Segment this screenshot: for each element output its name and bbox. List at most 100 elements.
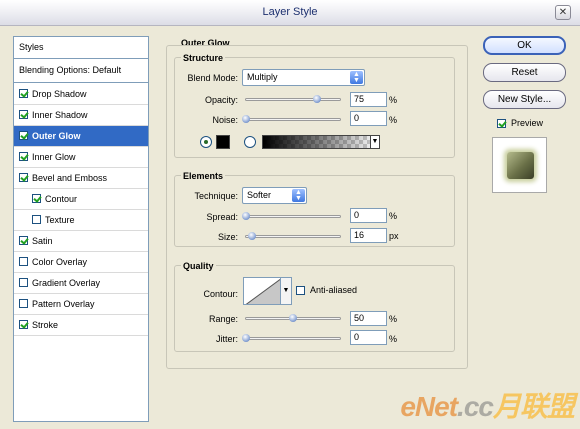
stroke-checkbox[interactable] bbox=[19, 320, 28, 329]
sidebar-item-label: Gradient Overlay bbox=[32, 278, 101, 288]
elements-title: Elements bbox=[181, 171, 226, 181]
watermark-text-a: eNet bbox=[400, 391, 458, 422]
jitter-unit: % bbox=[389, 334, 398, 344]
solid-color-radio[interactable] bbox=[200, 136, 212, 148]
styles-header: Styles bbox=[14, 37, 148, 59]
noise-label: Noise: bbox=[212, 115, 238, 125]
ok-button[interactable]: OK bbox=[483, 36, 566, 55]
close-button[interactable]: ✕ bbox=[555, 5, 571, 20]
dropdown-arrow-icon[interactable]: ▼ bbox=[370, 135, 380, 149]
opacity-slider[interactable] bbox=[245, 95, 341, 103]
sidebar-item-blending-options[interactable]: Blending Options: Default bbox=[14, 59, 148, 83]
sidebar-item-label: Inner Glow bbox=[32, 152, 76, 162]
size-unit: px bbox=[389, 231, 399, 241]
sidebar-item-gradient-overlay[interactable]: Gradient Overlay bbox=[14, 273, 148, 294]
opacity-input[interactable]: 75 bbox=[350, 92, 387, 107]
range-slider-thumb[interactable] bbox=[289, 314, 297, 322]
sidebar-item-stroke[interactable]: Stroke bbox=[14, 315, 148, 336]
sidebar-item-label: Stroke bbox=[32, 320, 59, 330]
blend-mode-value: Multiply bbox=[247, 72, 278, 82]
range-unit: % bbox=[389, 314, 398, 324]
sidebar-item-label: Outer Glow bbox=[32, 131, 81, 141]
pattern-overlay-checkbox[interactable] bbox=[19, 299, 28, 308]
new-style-button[interactable]: New Style... bbox=[483, 90, 566, 109]
quality-title: Quality bbox=[181, 261, 216, 271]
texture-checkbox[interactable] bbox=[32, 215, 41, 224]
inner-glow-checkbox[interactable] bbox=[19, 152, 28, 161]
sidebar-item-bevel-and-emboss[interactable]: Bevel and Emboss bbox=[14, 168, 148, 189]
jitter-input[interactable]: 0 bbox=[350, 330, 387, 345]
anti-aliased-label: Anti-aliased bbox=[310, 285, 358, 295]
sidebar-item-satin[interactable]: Satin bbox=[14, 231, 148, 252]
range-slider[interactable] bbox=[245, 314, 341, 322]
drop-shadow-checkbox[interactable] bbox=[19, 89, 28, 98]
satin-checkbox[interactable] bbox=[19, 236, 28, 245]
watermark-text-c: 月联盟 bbox=[492, 391, 575, 422]
sidebar-item-outer-glow[interactable]: Outer Glow bbox=[14, 126, 148, 147]
jitter-label: Jitter: bbox=[215, 334, 238, 344]
sidebar-item-inner-shadow[interactable]: Inner Shadow bbox=[14, 105, 148, 126]
gradient-overlay-checkbox[interactable] bbox=[19, 278, 28, 287]
gradient-picker[interactable]: ▼ bbox=[262, 135, 380, 149]
opacity-label: Opacity: bbox=[204, 95, 238, 105]
contour-curve-icon bbox=[245, 278, 280, 304]
spread-input[interactable]: 0 bbox=[350, 208, 387, 223]
size-label: Size: bbox=[217, 232, 238, 242]
reset-button[interactable]: Reset bbox=[483, 63, 566, 82]
title-bar: Layer Style ✕ bbox=[0, 0, 580, 26]
structure-title: Structure bbox=[181, 53, 226, 63]
blend-mode-select[interactable]: Multiply ▲ ▼ bbox=[242, 69, 365, 86]
gradient-radio[interactable] bbox=[244, 136, 256, 148]
anti-aliased-checkbox[interactable] bbox=[296, 286, 305, 295]
noise-input[interactable]: 0 bbox=[350, 111, 387, 126]
inner-shadow-checkbox[interactable] bbox=[19, 110, 28, 119]
sidebar-item-texture[interactable]: Texture bbox=[14, 210, 148, 231]
outer-glow-checkbox[interactable] bbox=[19, 131, 28, 140]
style-preview bbox=[492, 137, 547, 193]
opacity-unit: % bbox=[389, 95, 398, 105]
sidebar-item-color-overlay[interactable]: Color Overlay bbox=[14, 252, 148, 273]
blend-mode-label: Blend Mode: bbox=[187, 73, 238, 83]
technique-label: Technique: bbox=[194, 191, 238, 201]
up-down-arrows-icon: ▲ ▼ bbox=[350, 71, 363, 84]
technique-value: Softer bbox=[247, 190, 272, 200]
preview-checkbox[interactable] bbox=[497, 119, 506, 128]
contour-picker[interactable] bbox=[243, 277, 281, 305]
contour-dropdown-arrow-icon[interactable]: ▼ bbox=[281, 277, 292, 305]
opacity-slider-thumb[interactable] bbox=[312, 95, 321, 103]
sidebar-item-label: Bevel and Emboss bbox=[32, 173, 108, 183]
spread-slider-thumb[interactable] bbox=[242, 212, 250, 220]
up-down-arrows-icon: ▲ ▼ bbox=[292, 189, 305, 202]
size-input[interactable]: 16 bbox=[350, 228, 387, 243]
sidebar-item-pattern-overlay[interactable]: Pattern Overlay bbox=[14, 294, 148, 315]
preview-label: Preview bbox=[511, 118, 544, 128]
technique-select[interactable]: Softer ▲ ▼ bbox=[242, 187, 307, 204]
range-input[interactable]: 50 bbox=[350, 311, 387, 326]
noise-unit: % bbox=[389, 115, 398, 125]
size-slider[interactable] bbox=[245, 232, 341, 240]
bevel-and-emboss-checkbox[interactable] bbox=[19, 173, 28, 182]
spread-slider[interactable] bbox=[242, 212, 341, 220]
sidebar-item-inner-glow[interactable]: Inner Glow bbox=[14, 147, 148, 168]
jitter-slider-thumb[interactable] bbox=[242, 334, 250, 342]
window-title: Layer Style bbox=[262, 6, 318, 18]
contour-checkbox[interactable] bbox=[32, 194, 41, 203]
noise-slider-thumb[interactable] bbox=[242, 115, 250, 123]
noise-slider[interactable] bbox=[242, 115, 341, 123]
styles-header-label: Styles bbox=[19, 42, 44, 52]
sidebar-item-contour[interactable]: Contour bbox=[14, 189, 148, 210]
sidebar-item-label: Drop Shadow bbox=[32, 89, 87, 99]
sidebar-item-drop-shadow[interactable]: Drop Shadow bbox=[14, 84, 148, 105]
styles-list: Styles Blending Options: Default Drop Sh… bbox=[13, 36, 149, 422]
spread-label: Spread: bbox=[206, 212, 238, 222]
range-label: Range: bbox=[208, 314, 238, 324]
color-overlay-checkbox[interactable] bbox=[19, 257, 28, 266]
sidebar-item-label: Satin bbox=[32, 236, 53, 246]
sidebar-item-label: Contour bbox=[45, 194, 78, 204]
sidebar-item-label: Texture bbox=[45, 215, 75, 225]
glow-color-swatch[interactable] bbox=[216, 135, 230, 149]
contour-label: Contour: bbox=[203, 289, 238, 299]
sidebar-item-label: Pattern Overlay bbox=[32, 299, 95, 309]
sidebar-item-label: Color Overlay bbox=[32, 257, 88, 267]
jitter-slider[interactable] bbox=[242, 334, 341, 342]
